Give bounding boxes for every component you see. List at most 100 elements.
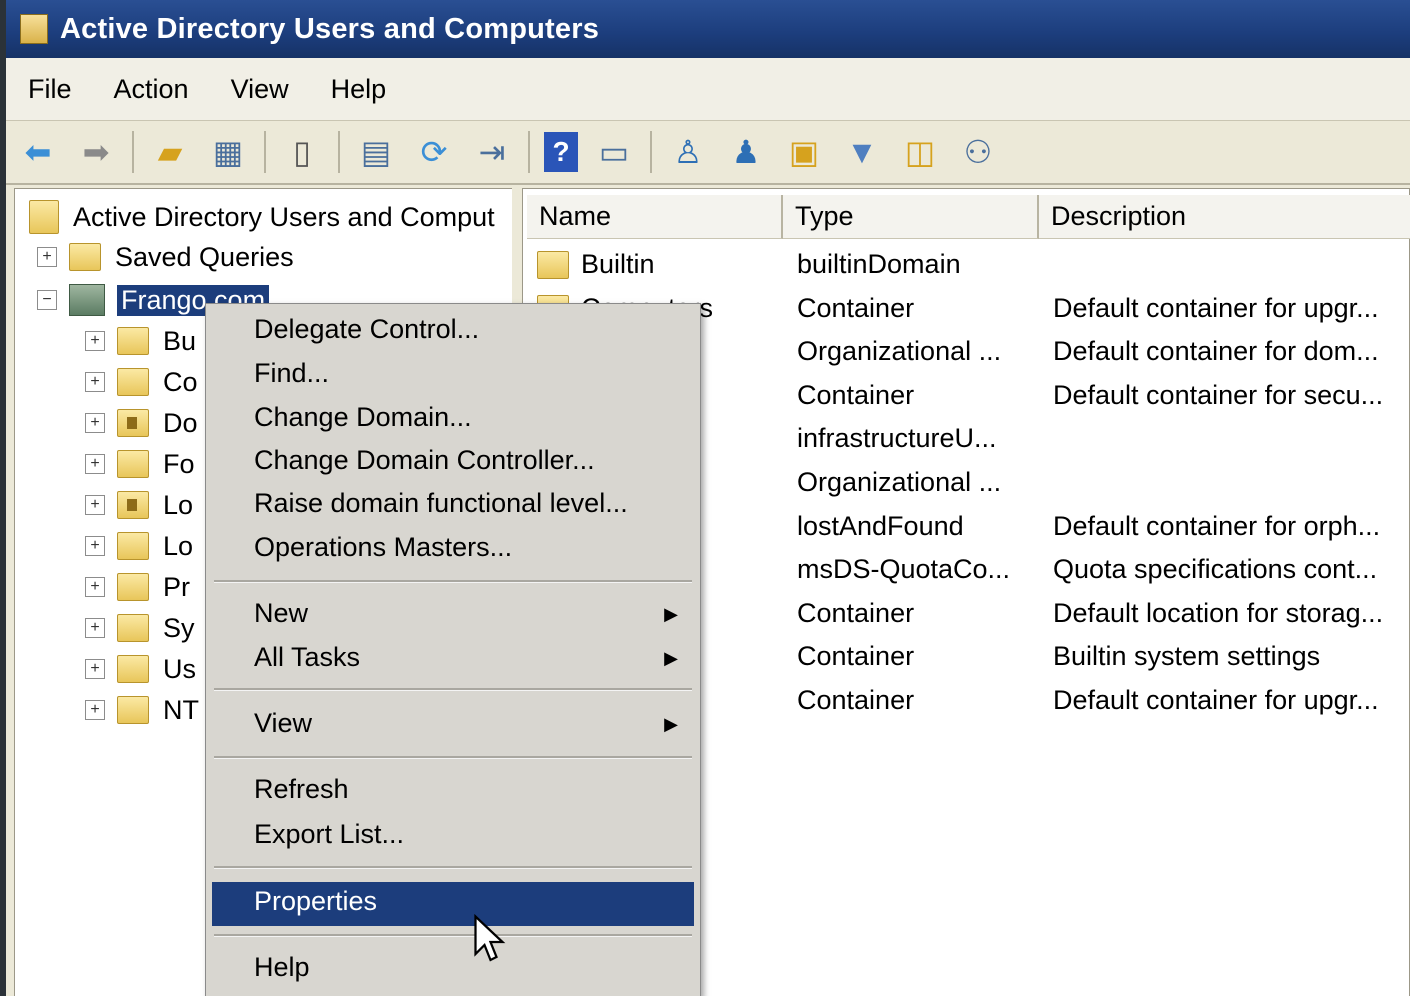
list-cell-description: Default container for dom... [1053,336,1379,367]
toolbar-separator [132,131,134,173]
properties-icon[interactable]: ▤ [354,130,398,174]
menu-bar: File Action View Help [6,58,1410,121]
folder-icon [117,532,149,560]
expand-icon[interactable]: + [85,536,105,556]
menu-item-properties[interactable]: Properties [254,886,377,917]
tree-root[interactable]: Active Directory Users and Comput [29,197,495,237]
submenu-arrow-icon: ▶ [664,604,678,624]
tree-item-label: Do [163,407,198,438]
submenu-arrow-icon: ▶ [664,648,678,668]
column-header-description[interactable]: Description [1039,195,1410,239]
tree-item-child[interactable]: + Do [85,403,198,443]
menu-item-all-tasks[interactable]: All Tasks [254,642,360,673]
menu-action[interactable]: Action [114,74,189,105]
up-folder-icon[interactable]: ▰ [148,130,192,174]
expand-icon[interactable]: + [85,577,105,597]
menu-item-change-domain-controller[interactable]: Change Domain Controller... [254,445,595,476]
menu-item-change-domain[interactable]: Change Domain... [254,402,472,433]
menu-file[interactable]: File [28,74,72,105]
expand-icon[interactable]: + [85,413,105,433]
folder-icon [117,614,149,642]
expand-icon[interactable]: + [85,495,105,515]
new-user-icon[interactable]: ♙ [666,130,710,174]
window-title: Active Directory Users and Computers [60,12,600,45]
menu-item-raise-domain-level[interactable]: Raise domain functional level... [254,488,628,519]
toolbar-separator [264,131,266,173]
app-icon [20,14,48,44]
expand-icon[interactable]: + [85,659,105,679]
tree-item-child[interactable]: + Pr [85,567,190,607]
menu-item-refresh[interactable]: Refresh [254,774,349,805]
toolbar-separator [528,131,530,173]
console-root-icon [29,200,59,234]
menu-item-delegate-control[interactable]: Delegate Control... [254,314,479,345]
list-cell-type: infrastructureU... [797,423,997,454]
forward-arrow-icon[interactable]: ➡ [74,130,118,174]
expand-icon[interactable]: + [85,454,105,474]
clipboard-icon[interactable]: ▯ [280,130,324,174]
help-icon[interactable]: ? [544,132,578,172]
tree-item-child[interactable]: + Lo [85,485,193,525]
list-cell-description: Default container for secu... [1053,379,1384,410]
folder-icon [537,251,569,279]
ou-folder-icon [117,409,149,437]
tree-root-label: Active Directory Users and Comput [73,201,495,232]
title-bar[interactable]: Active Directory Users and Computers [6,0,1410,58]
list-cell-type: Organizational ... [797,336,1002,367]
menu-help[interactable]: Help [331,74,387,105]
list-cell-description: Quota specifications cont... [1053,554,1378,585]
tree-item-child[interactable]: + Us [85,649,196,689]
tree-item-label: Fo [163,448,195,479]
menu-item-export-list[interactable]: Export List... [254,819,404,850]
folder-icon [117,696,149,724]
expand-icon[interactable]: + [85,372,105,392]
menu-item-operations-masters[interactable]: Operations Masters... [254,532,512,563]
new-group-icon[interactable]: ♟ [724,130,768,174]
expand-icon[interactable]: + [85,700,105,720]
submenu-arrow-icon: ▶ [664,714,678,734]
folder-icon [117,327,149,355]
tree-item-child[interactable]: + Bu [85,321,196,361]
export-list-icon[interactable]: ⇥ [470,130,514,174]
list-item[interactable]: Builtin builtinDomain [523,245,1409,285]
list-cell-type: msDS-QuotaCo... [797,554,1011,585]
list-cell-type: Container [797,597,915,628]
delegate-icon[interactable]: ⚇ [956,130,1000,174]
find-icon[interactable]: ◫ [898,130,942,174]
tree-item-child[interactable]: + Co [85,362,198,402]
list-cell-description: Default container for upgr... [1053,292,1379,323]
menu-separator [214,756,692,759]
context-menu: Delegate Control... Find... Change Domai… [205,303,701,996]
tree-item-child[interactable]: + NT [85,690,199,730]
menu-item-new[interactable]: New [254,598,308,629]
expand-icon[interactable]: + [37,247,57,267]
folder-icon [117,573,149,601]
column-header-name[interactable]: Name [527,195,783,239]
console-tree-icon[interactable]: ▦ [206,130,250,174]
filter-icon[interactable]: ▼ [840,130,884,174]
tree-item-label: Saved Queries [115,241,294,272]
tree-item-child[interactable]: + Sy [85,608,195,648]
expand-icon[interactable]: + [85,618,105,638]
menu-item-find[interactable]: Find... [254,358,329,389]
collapse-icon[interactable]: − [37,290,57,310]
tree-item-saved-queries[interactable]: + Saved Queries [37,237,294,277]
tree-item-child[interactable]: + Fo [85,444,195,484]
show-hide-icon[interactable]: ▭ [592,130,636,174]
back-arrow-icon[interactable]: ⬅ [16,130,60,174]
tree-item-label: Lo [163,489,194,520]
menu-view[interactable]: View [231,74,289,105]
refresh-icon[interactable]: ⟳ [412,130,456,174]
menu-item-view[interactable]: View [254,708,312,739]
new-ou-icon[interactable]: ▣ [782,130,826,174]
list-cell-description: Default container for upgr... [1053,685,1379,715]
tree-item-child[interactable]: + Lo [85,526,193,566]
column-header-type[interactable]: Type [783,195,1039,239]
folder-icon [69,243,101,271]
ou-folder-icon [117,491,149,519]
tree-item-label: Co [163,366,198,397]
expand-icon[interactable]: + [85,331,105,351]
domain-icon [69,284,105,316]
menu-item-help[interactable]: Help [254,952,310,983]
list-cell-type: Container [797,292,915,323]
